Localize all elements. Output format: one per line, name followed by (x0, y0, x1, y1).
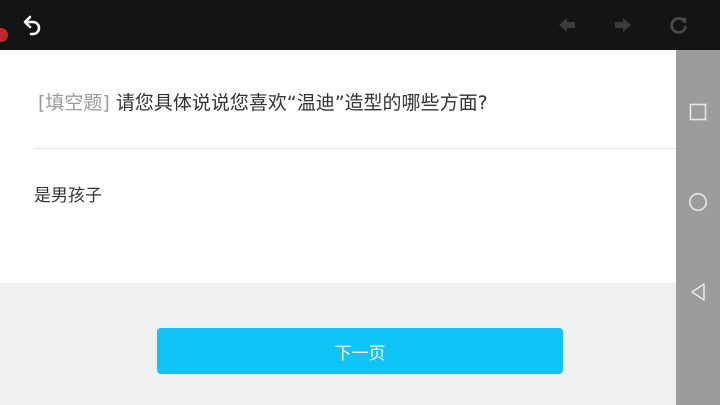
top-toolbar (0, 0, 720, 50)
refresh-icon (670, 17, 687, 34)
next-page-button[interactable]: 下一页 (157, 328, 563, 374)
footer-area: 下一页 (0, 283, 676, 405)
system-back-button[interactable] (686, 280, 710, 304)
question-text: 请您具体说说您喜欢“温迪”造型的哪些方面? (115, 92, 488, 114)
prev-icon (559, 18, 575, 32)
question-panel: [填空题] 请您具体说说您喜欢“温迪”造型的哪些方面? 是男孩子 (0, 50, 676, 283)
back-triangle-icon (691, 283, 705, 301)
back-button[interactable] (16, 8, 50, 42)
recents-square-icon (689, 103, 707, 121)
home-circle-icon (689, 193, 707, 211)
answer-input[interactable]: 是男孩子 (34, 181, 102, 206)
app-screen: [填空题] 请您具体说说您喜欢“温迪”造型的哪些方面? 是男孩子 下一页 (0, 0, 720, 405)
divider (34, 148, 676, 149)
prev-button[interactable] (552, 10, 582, 40)
next-icon (615, 18, 631, 32)
home-button[interactable] (686, 190, 710, 214)
system-nav-bar (676, 50, 720, 405)
question-title: [填空题] 请您具体说说您喜欢“温迪”造型的哪些方面? (38, 88, 488, 115)
recording-indicator-icon (0, 28, 8, 42)
refresh-button[interactable] (664, 10, 694, 40)
back-arrow-icon (23, 15, 41, 36)
question-type-tag: [填空题] (38, 92, 110, 114)
recents-button[interactable] (686, 100, 710, 124)
forward-button[interactable] (608, 10, 638, 40)
